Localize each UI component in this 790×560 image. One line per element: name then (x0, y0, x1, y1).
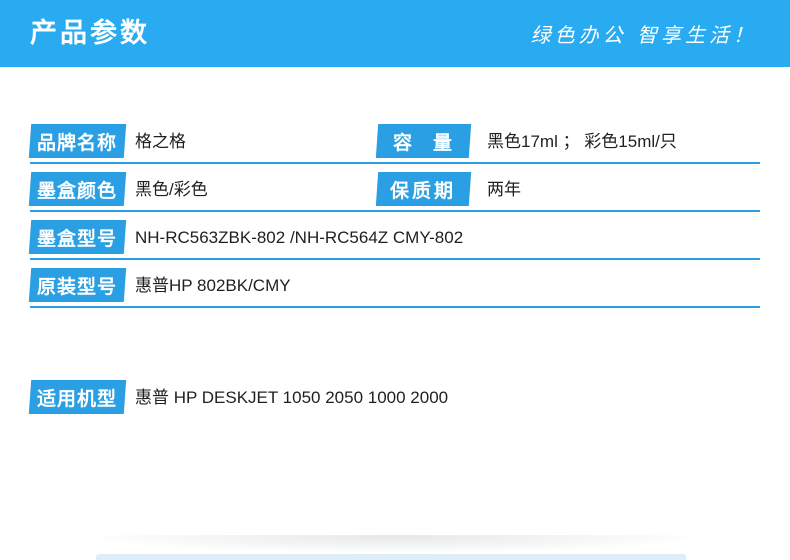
param-label-cartridge-model: 墨盒型号 (28, 220, 127, 254)
param-value-cartridge-color: 黑色/彩色 (135, 180, 208, 199)
param-label-applicable-models-text: 适用机型 (37, 388, 118, 410)
product-parameters-page: 产品参数 绿色办公 智享生活！ 品牌名称 格之格 容 量 黑色17ml ； 彩色… (0, 0, 790, 560)
divider-line (30, 210, 760, 212)
param-label-brand-text: 品牌名称 (37, 132, 118, 154)
param-label-shelf-life-text: 保质期 (390, 180, 457, 202)
param-label-brand: 品牌名称 (28, 124, 127, 158)
param-value-original-model: 惠普HP 802BK/CMY (135, 276, 291, 295)
param-label-capacity-text: 容 量 (393, 132, 454, 154)
divider-line (30, 306, 760, 308)
param-value-applicable-models: 惠普 HP DESKJET 1050 2050 1000 2000 (135, 388, 449, 407)
divider-line (30, 162, 760, 164)
divider-line (30, 258, 760, 260)
param-value-cartridge-model: NH-RC563ZBK-802 /NH-RC564Z CMY-802 (135, 228, 464, 247)
param-value-brand: 格之格 (135, 132, 186, 151)
brand-slogan: 绿色办公 智享生活！ (530, 23, 757, 47)
param-label-cartridge-color-text: 墨盒颜色 (37, 180, 118, 202)
param-label-shelf-life: 保质期 (375, 172, 472, 206)
header-bar: 产品参数 绿色办公 智享生活！ (0, 0, 790, 67)
param-label-original-model-text: 原装型号 (37, 276, 118, 298)
param-value-capacity: 黑色17ml ； 彩色15ml/只 (487, 132, 677, 151)
param-label-original-model: 原装型号 (28, 268, 127, 302)
param-label-applicable-models: 适用机型 (28, 380, 127, 414)
param-value-shelf-life: 两年 (487, 180, 521, 199)
bottom-strip (96, 554, 686, 560)
page-title: 产品参数 (30, 18, 150, 48)
param-label-capacity: 容 量 (375, 124, 472, 158)
param-label-cartridge-model-text: 墨盒型号 (37, 228, 118, 250)
param-label-cartridge-color: 墨盒颜色 (28, 172, 127, 206)
